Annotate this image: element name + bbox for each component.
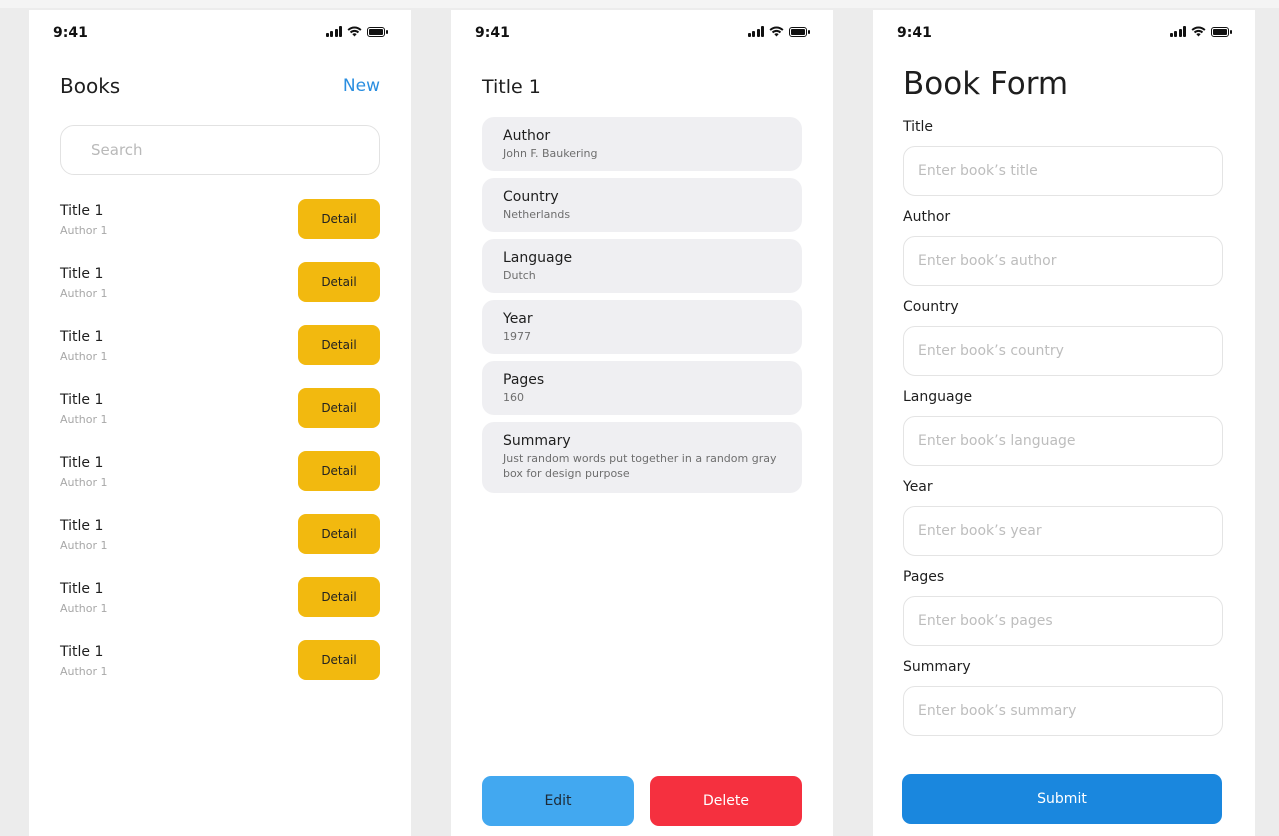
form-input-title[interactable] [903,146,1223,196]
signal-icon [325,26,342,37]
submit-button[interactable]: Submit [902,774,1222,824]
detail-field-card: Author John F. Baukering [482,117,802,171]
form-field-label: Year [903,479,933,495]
book-title: Title 1 [60,203,104,219]
book-detail-screen: 9:41 Title 1 Author John F. Baukering Coun… [451,10,833,836]
detail-field-card: Summary Just random words put together in… [482,422,802,493]
signal-icon [1169,26,1186,37]
detail-button[interactable]: Detail [298,514,380,554]
form-input-language[interactable] [903,416,1223,466]
list-item: Title 1 Author 1 Detail [60,261,380,324]
status-time: 9:41 [53,25,88,41]
form-input-author[interactable] [903,236,1223,286]
book-author: Author 1 [60,224,108,237]
search-input[interactable] [60,125,380,175]
detail-field-card: Year 1977 [482,300,802,354]
form-field-label: Summary [903,659,971,675]
detail-button[interactable]: Detail [298,388,380,428]
book-title: Title 1 [60,266,104,282]
status-icons [325,26,388,37]
form-field-label: Pages [903,569,945,585]
detail-field-card: Pages 160 [482,361,802,415]
book-author: Author 1 [60,665,108,678]
list-item: Title 1 Author 1 Detail [60,450,380,513]
field-label: Country [503,189,559,205]
detail-fields: Author John F. Baukering Country Netherland… [482,117,802,500]
book-author: Author 1 [60,602,108,615]
form-field-label: Country [903,299,959,315]
book-author: Author 1 [60,287,108,300]
list-item: Title 1 Author 1 Detail [60,324,380,387]
detail-field-card: Language Dutch [482,239,802,293]
field-value: 160 [503,391,524,404]
list-item: Title 1 Author 1 Detail [60,513,380,576]
form-scroll-area[interactable]: Title Author Country Language Year Pages Summa… [873,118,1255,740]
edit-button[interactable]: Edit [482,776,634,826]
list-item: Title 1 Author 1 Detail [60,198,380,261]
field-label: Pages [503,372,545,388]
book-form-screen: 9:41 Book Form Title Author Country Languag… [873,10,1255,836]
detail-button[interactable]: Detail [298,577,380,617]
field-value: Netherlands [503,208,571,221]
field-value: Dutch [503,269,536,282]
detail-button[interactable]: Detail [298,451,380,491]
book-title: Title 1 [60,455,104,471]
field-label: Summary [503,433,571,449]
book-title: Title 1 [60,392,104,408]
battery-icon [789,26,810,37]
book-title: Title 1 [60,329,104,345]
form-input-pages[interactable] [903,596,1223,646]
status-bar: 9:41 [29,10,411,54]
signal-icon [747,26,764,37]
field-value: 1977 [503,330,531,343]
book-title: Title 1 [60,581,104,597]
field-label: Language [503,250,573,266]
status-icons [747,26,810,37]
wifi-icon [1191,26,1206,37]
form-field-label: Title [903,119,934,135]
detail-button[interactable]: Detail [298,640,380,680]
book-author: Author 1 [60,413,108,426]
book-list: Title 1 Author 1 Detail Title 1 Author 1 Deta… [60,198,380,702]
wifi-icon [769,26,784,37]
status-icons [1169,26,1232,37]
status-bar: 9:41 [451,10,833,54]
form-title: Book Form [903,66,1069,102]
detail-button[interactable]: Detail [298,199,380,239]
battery-icon [367,26,388,37]
detail-title: Title 1 [482,76,541,98]
form-input-country[interactable] [903,326,1223,376]
status-time: 9:41 [897,25,932,41]
book-author: Author 1 [60,539,108,552]
field-value: John F. Baukering [503,147,598,160]
books-list-screen: 9:41 Books New Title 1Author 1DetailTitl… [29,10,411,836]
book-title: Title 1 [60,644,104,660]
delete-button[interactable]: Delete [650,776,802,826]
list-item: Title 1 Author 1 Detail [60,576,380,639]
top-divider [0,0,1279,8]
detail-button[interactable]: Detail [298,262,380,302]
status-bar: 9:41 [873,10,1255,54]
page-title: Books [60,74,121,98]
battery-icon [1211,26,1232,37]
form-fields: Title Author Country Language Year Pages Summa… [903,118,1225,740]
form-field-label: Author [903,209,951,225]
book-title: Title 1 [60,518,104,534]
book-author: Author 1 [60,350,108,363]
new-book-link[interactable]: New [343,76,380,96]
status-time: 9:41 [475,25,510,41]
detail-field-card: Country Netherlands [482,178,802,232]
list-item: Title 1 Author 1 Detail [60,639,380,702]
form-input-year[interactable] [903,506,1223,556]
wifi-icon [347,26,362,37]
detail-button[interactable]: Detail [298,325,380,365]
field-label: Year [503,311,533,327]
form-input-summary[interactable] [903,686,1223,736]
form-field-label: Language [903,389,973,405]
list-item: Title 1 Author 1 Detail [60,387,380,450]
field-label: Author [503,128,551,144]
book-author: Author 1 [60,476,108,489]
field-value: Just random words put together in a rand… [503,452,777,480]
